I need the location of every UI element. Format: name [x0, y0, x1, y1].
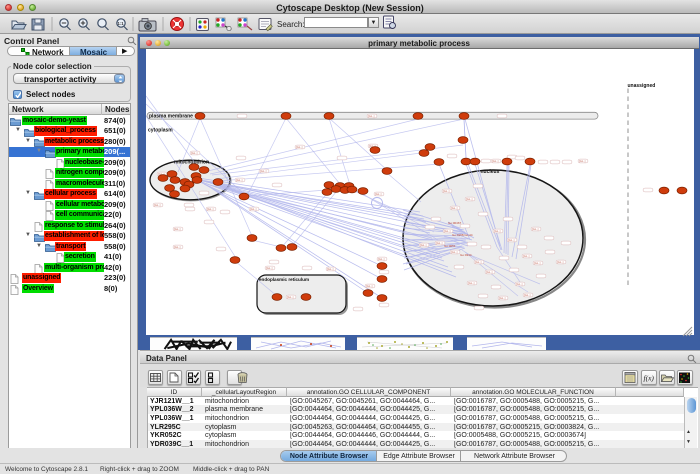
svg-text:cytoplasm: cytoplasm — [148, 128, 173, 134]
svg-text:[Go..]: [Go..] — [443, 189, 450, 193]
svg-text:[Go..]: [Go..] — [508, 238, 515, 242]
svg-text:[Go..]: [Go..] — [191, 151, 198, 155]
svg-text:[Go..]: [Go..] — [207, 207, 214, 211]
svg-text:[Go..]: [Go..] — [266, 266, 273, 270]
svg-text:[Go..]: [Go..] — [287, 295, 294, 299]
svg-text:[Go..]: [Go..] — [532, 227, 539, 231]
svg-text:1:1: 1:1 — [118, 21, 125, 26]
svg-text:[Go..]: [Go..] — [494, 229, 501, 233]
svg-text:[Go..]: [Go..] — [296, 145, 303, 149]
svg-text:[Go..]: [Go..] — [523, 254, 530, 258]
svg-text:[Go..]: [Go..] — [420, 243, 427, 247]
svg-text:[Go..]: [Go..] — [468, 281, 475, 285]
svg-text:[Go..]: [Go..] — [451, 206, 458, 210]
svg-text:mitochondrion: mitochondrion — [174, 160, 209, 166]
svg-text:[Go..]: [Go..] — [475, 260, 482, 264]
svg-text:Go:00467: Go:00467 — [448, 221, 462, 225]
svg-text:[Go..]: [Go..] — [499, 296, 506, 300]
svg-text:[Go..]: [Go..] — [250, 207, 257, 211]
svg-text:[Go..]: [Go..] — [378, 257, 385, 261]
svg-text:unassigned: unassigned — [628, 83, 656, 89]
svg-text:[Go..]: [Go..] — [516, 282, 523, 286]
svg-text:[Go..]: [Go..] — [534, 261, 541, 265]
svg-text:[Go..]: [Go..] — [154, 203, 161, 207]
svg-text:Go:0344: Go:0344 — [460, 253, 472, 257]
svg-text:[Go..]: [Go..] — [366, 284, 373, 288]
svg-text:[Go..]: [Go..] — [368, 114, 375, 118]
svg-text:Go:0051: Go:0051 — [444, 244, 456, 248]
svg-text:[Go..]: [Go..] — [466, 197, 473, 201]
svg-text:endoplasmic reticulum: endoplasmic reticulum — [259, 277, 309, 282]
svg-text:[Go..]: [Go..] — [174, 227, 181, 231]
svg-text:[Go..]: [Go..] — [327, 267, 334, 271]
svg-text:[Go..]: [Go..] — [174, 245, 181, 249]
svg-text:[Go..]: [Go..] — [436, 241, 443, 245]
svg-text:[Go..]: [Go..] — [579, 159, 586, 163]
svg-text:[Go..]: [Go..] — [444, 229, 451, 233]
svg-text:Go:0168,Go:44: Go:0168,Go:44 — [452, 233, 473, 237]
svg-text:[Go..]: [Go..] — [557, 260, 564, 264]
svg-text:[Go..]: [Go..] — [260, 169, 267, 173]
svg-text:[Go..]: [Go..] — [375, 192, 382, 196]
svg-text:[Go..]: [Go..] — [486, 270, 493, 274]
svg-text:[Go..]: [Go..] — [236, 178, 243, 182]
svg-text:[Go..]: [Go..] — [492, 159, 499, 163]
svg-text:nucleus: nucleus — [481, 169, 500, 175]
svg-text:f(x): f(x) — [644, 373, 655, 382]
svg-text:plasma membrane: plasma membrane — [149, 114, 193, 120]
svg-text:[Go..]: [Go..] — [524, 293, 531, 297]
svg-text:[Go..]: [Go..] — [451, 250, 458, 254]
